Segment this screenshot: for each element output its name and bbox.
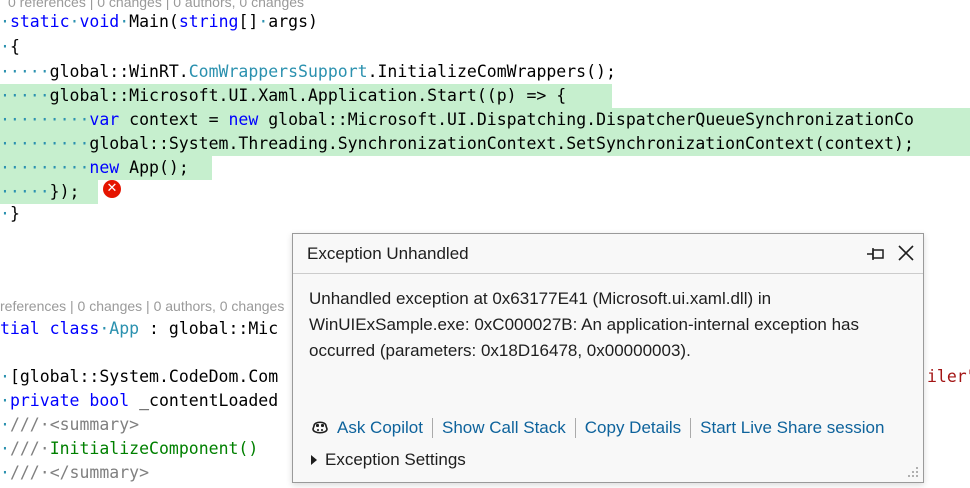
action-separator — [690, 418, 692, 438]
code-line-set-sync-context: ·········global::System.Threading.Synchr… — [0, 134, 914, 153]
code-line-application-start: ·····global::Microsoft.UI.Xaml.Applicati… — [0, 86, 567, 105]
exception-settings-toggle[interactable]: Exception Settings — [311, 450, 466, 470]
code-line-attribute: ·[global::System.CodeDom.Com — [0, 367, 279, 386]
code-line-context: ·········var context = new global::Micro… — [0, 110, 914, 129]
resize-grip-icon[interactable] — [905, 464, 919, 478]
code-line-init-comwrappers: ·····global::WinRT.ComWrappersSupport.In… — [0, 62, 616, 81]
error-icon[interactable]: ✕ — [103, 180, 121, 198]
copilot-icon[interactable] — [309, 417, 331, 439]
code-line-summary-open: ·///·<summary> — [0, 415, 140, 434]
code-line-close-brace: ·} — [0, 204, 20, 223]
code-line-main-signature: ·static·void·Main(string[]·args) — [0, 12, 318, 31]
code-line-new-app: ·········new App(); — [0, 158, 189, 177]
code-line-initialize-component: ·///·InitializeComponent() — [0, 439, 259, 458]
action-separator — [431, 418, 433, 438]
exception-popup: Exception Unhandled Unhandled exception … — [292, 233, 924, 483]
pin-icon[interactable] — [865, 244, 887, 264]
exception-settings-label: Exception Settings — [325, 450, 466, 469]
code-line-summary-close: ·///·</summary> — [0, 463, 150, 482]
copy-details-link[interactable]: Copy Details — [585, 418, 681, 438]
popup-title: Exception Unhandled — [307, 244, 469, 263]
show-call-stack-link[interactable]: Show Call Stack — [442, 418, 566, 438]
ask-copilot-link[interactable]: Ask Copilot — [337, 418, 423, 438]
close-icon[interactable] — [895, 242, 917, 264]
code-line-attribute-tail: iler" — [927, 367, 970, 386]
codelens-app[interactable]: references | 0 changes | 0 authors, 0 ch… — [0, 297, 284, 315]
code-line-open-brace: ·{ — [0, 37, 20, 56]
code-line-private-bool: ·private bool _contentLoaded — [0, 391, 279, 410]
code-line-partial-class: tial class·App : global::Mic — [0, 319, 279, 338]
exception-message: Unhandled exception at 0x63177E41 (Micro… — [309, 289, 859, 360]
action-separator — [574, 418, 576, 438]
code-line-close-lambda: ·····}); — [0, 182, 80, 201]
exception-actions: Ask Copilot Show Call Stack Copy Details… — [309, 416, 884, 440]
expand-triangle-icon — [311, 455, 317, 465]
start-live-share-link[interactable]: Start Live Share session — [700, 418, 884, 438]
title-divider — [293, 273, 923, 274]
